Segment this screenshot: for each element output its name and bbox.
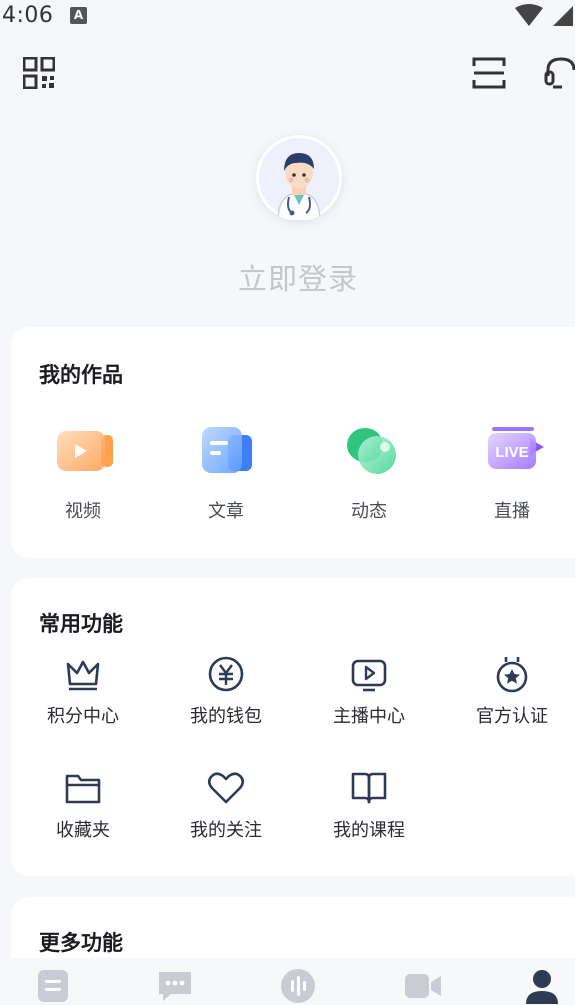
status-bar: 4:06 A bbox=[0, 0, 575, 34]
work-label-article: 文章 bbox=[208, 501, 244, 522]
work-item-article[interactable]: 文章 bbox=[171, 417, 281, 523]
work-item-video[interactable]: 视频 bbox=[28, 417, 138, 523]
func-label-wallet: 我的钱包 bbox=[190, 706, 262, 727]
play-screen-icon bbox=[351, 659, 387, 692]
func-item-points-center[interactable]: 积分中心 bbox=[11, 654, 155, 728]
func-item-favorites[interactable]: 收藏夹 bbox=[11, 768, 155, 842]
work-item-moments[interactable]: 动态 bbox=[314, 417, 424, 523]
live-icon: LIVE bbox=[488, 427, 544, 469]
signal-wifi-icon bbox=[515, 4, 573, 26]
audio-icon[interactable] bbox=[278, 966, 318, 1005]
moments-icon bbox=[347, 428, 396, 474]
more-functions-title: 更多功能 bbox=[39, 931, 123, 955]
article-icon bbox=[202, 427, 252, 473]
func-label-points-center: 积分中心 bbox=[47, 706, 119, 727]
chat-icon[interactable] bbox=[155, 966, 195, 1005]
video-camera-icon[interactable] bbox=[403, 966, 443, 1005]
func-label-following: 我的关注 bbox=[190, 820, 262, 841]
func-item-official-verification[interactable]: 官方认证 bbox=[440, 654, 575, 728]
func-label-official-verification: 官方认证 bbox=[476, 706, 548, 727]
work-label-moments: 动态 bbox=[351, 501, 387, 522]
profile-icon[interactable] bbox=[522, 966, 562, 1005]
func-item-courses[interactable]: 我的课程 bbox=[297, 768, 441, 842]
crown-icon bbox=[66, 660, 100, 691]
doctor-avatar-icon bbox=[259, 138, 339, 221]
my-works-card: 我的作品 视频 文章 动态 LIVE 直播 bbox=[11, 327, 575, 558]
avatar[interactable] bbox=[256, 135, 342, 221]
scan-icon[interactable] bbox=[472, 56, 506, 90]
func-label-favorites: 收藏夹 bbox=[56, 820, 110, 841]
heart-icon bbox=[207, 772, 245, 804]
login-link[interactable]: 立即登录 bbox=[0, 256, 575, 298]
medal-icon bbox=[496, 657, 528, 693]
func-label-anchor-center: 主播中心 bbox=[333, 706, 405, 727]
common-functions-title: 常用功能 bbox=[39, 612, 123, 636]
work-item-live[interactable]: LIVE 直播 bbox=[457, 417, 567, 523]
bottom-nav bbox=[0, 958, 575, 1005]
qr-code-icon[interactable] bbox=[23, 57, 55, 89]
work-label-video: 视频 bbox=[65, 501, 101, 522]
my-works-title: 我的作品 bbox=[39, 363, 123, 387]
work-label-live: 直播 bbox=[494, 501, 530, 522]
func-label-courses: 我的课程 bbox=[333, 820, 405, 841]
customer-service-headset-icon[interactable] bbox=[544, 56, 575, 90]
func-item-anchor-center[interactable]: 主播中心 bbox=[297, 654, 441, 728]
func-item-wallet[interactable]: 我的钱包 bbox=[154, 654, 298, 728]
live-badge-text: LIVE bbox=[495, 444, 528, 461]
notification-badge-icon: A bbox=[70, 7, 87, 24]
status-time: 4:06 bbox=[2, 3, 54, 28]
func-item-following[interactable]: 我的关注 bbox=[154, 768, 298, 842]
yuan-coin-icon bbox=[208, 656, 244, 692]
common-functions-card: 常用功能 积分中心 我的钱包 主播中心 官方认证 收藏夹 我的关注 我的课程 bbox=[11, 578, 575, 876]
folder-icon bbox=[65, 774, 101, 804]
book-icon bbox=[351, 772, 387, 804]
home-doc-icon[interactable] bbox=[34, 966, 74, 1005]
video-icon bbox=[57, 431, 113, 471]
